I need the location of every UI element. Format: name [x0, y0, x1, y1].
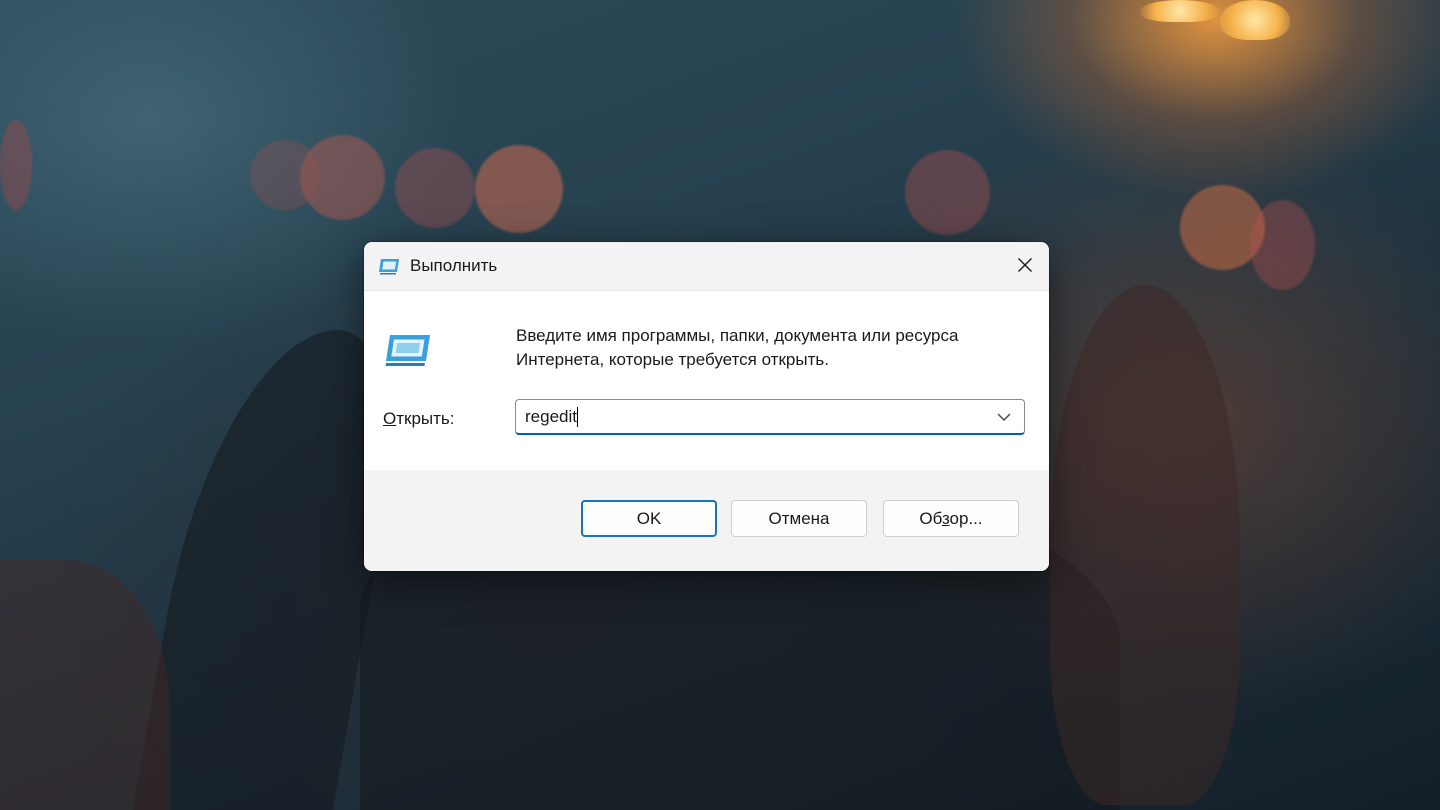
chevron-down-icon[interactable] [994, 409, 1014, 425]
dialog-description: Введите имя программы, папки, документа … [516, 326, 959, 369]
cat-body [0, 560, 170, 810]
cancel-button[interactable]: Отмена [731, 500, 867, 537]
ok-button[interactable]: OK [581, 500, 717, 537]
cancel-button-label: Отмена [768, 508, 830, 528]
bokeh-light [250, 140, 320, 210]
title-bar[interactable]: Выполнить [364, 242, 1049, 290]
bokeh-light [905, 150, 990, 235]
browse-label-accel: з [941, 508, 950, 528]
open-label: Открыть: [383, 408, 455, 430]
cat-snout [1050, 285, 1240, 805]
text-caret [576, 407, 578, 427]
open-label-accel: О [383, 409, 397, 428]
browse-button-label: Обзор... [919, 509, 982, 529]
browse-label-part: ор... [949, 508, 983, 528]
run-icon [384, 331, 432, 371]
open-input-value: regedit [525, 407, 577, 426]
open-input[interactable]: regedit [525, 407, 578, 427]
bokeh-light [475, 145, 563, 233]
run-icon [378, 255, 400, 277]
bokeh-light [395, 148, 475, 228]
dialog-footer: OK Отмена Обзор... [364, 470, 1049, 571]
glowing-butterfly [1140, 0, 1220, 22]
ok-button-label: OK [636, 508, 662, 528]
bokeh-light [1250, 200, 1315, 290]
run-dialog: Выполнить Введите имя программы, папки, … [364, 242, 1049, 571]
close-icon [1017, 257, 1033, 273]
glowing-butterfly [1220, 0, 1290, 40]
close-button[interactable] [1001, 242, 1049, 288]
bokeh-light [0, 120, 32, 210]
browse-button[interactable]: Обзор... [883, 500, 1019, 537]
dialog-title: Выполнить [410, 256, 498, 275]
browse-label-part: Об [919, 508, 942, 528]
dialog-content: Введите имя программы, папки, документа … [364, 290, 1049, 471]
open-combobox[interactable]: regedit [515, 399, 1025, 435]
open-label-text: ткрыть: [396, 409, 455, 428]
